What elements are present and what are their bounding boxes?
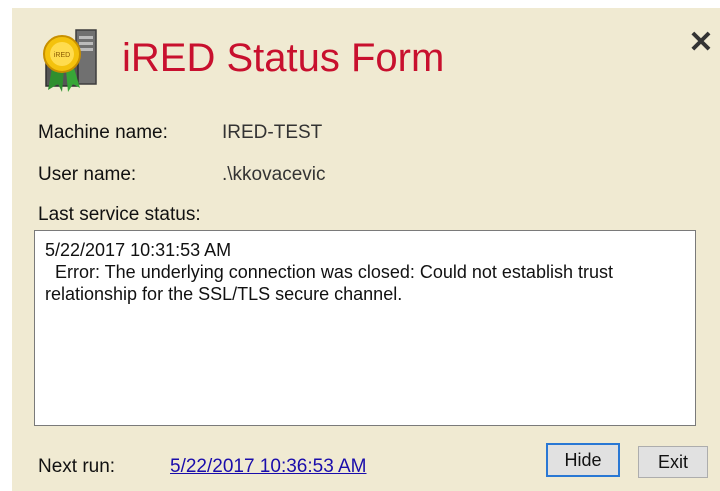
user-name-label: User name: [38, 164, 137, 185]
exit-button[interactable]: Exit [638, 446, 708, 478]
next-run-label: Next run: [38, 456, 116, 477]
certificate-server-icon: iRED [36, 24, 108, 96]
form-title: iRED Status Form [122, 36, 445, 80]
machine-name-label: Machine name: [38, 122, 168, 143]
svg-text:iRED: iRED [54, 52, 70, 59]
status-textbox[interactable]: 5/22/2017 10:31:53 AM Error: The underly… [34, 230, 696, 426]
hide-button[interactable]: Hide [546, 443, 620, 477]
last-service-status-label: Last service status: [38, 204, 201, 225]
close-icon[interactable]: ✕ [684, 26, 718, 60]
status-timestamp: 5/22/2017 10:31:53 AM [45, 240, 232, 260]
next-run-link[interactable]: 5/22/2017 10:36:53 AM [170, 456, 367, 478]
user-name-value: .\kkovacevic [222, 164, 326, 185]
machine-name-value: IRED-TEST [222, 122, 323, 143]
status-form-window: iRED iRED Status Form ✕ Machine name: IR… [12, 8, 720, 491]
status-error-message: Error: The underlying connection was clo… [45, 262, 613, 304]
